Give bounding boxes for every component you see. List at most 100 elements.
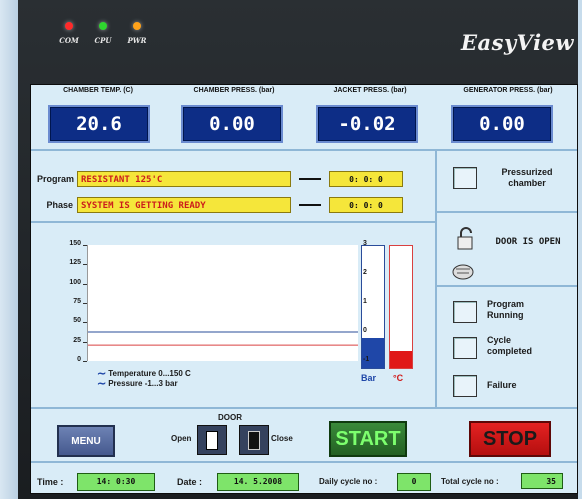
right-axis-tick: 0 bbox=[363, 327, 367, 334]
total-cycle-value: 35 bbox=[521, 473, 563, 489]
daily-cycle-label: Daily cycle no : bbox=[319, 477, 378, 486]
program-running-label: Program Running bbox=[487, 299, 525, 320]
left-axis-tick: 125 bbox=[69, 259, 81, 267]
gauge-label-generator-press: GENERATOR PRESS. (bar) bbox=[463, 87, 553, 94]
door-title: DOOR bbox=[218, 413, 242, 422]
legend-pressure-label: Pressure -1...3 bar bbox=[108, 379, 178, 388]
status-leds: COM CPU PWR bbox=[58, 22, 148, 45]
left-axis-tick: 75 bbox=[73, 298, 81, 305]
left-axis-tick-mark bbox=[83, 245, 87, 246]
left-axis-tick-mark bbox=[83, 341, 87, 343]
gauge-label-chamber-temp: CHAMBER TEMP. (C) bbox=[63, 87, 133, 94]
cycle-completed-label: Cycle completed bbox=[487, 335, 533, 356]
stop-button[interactable]: STOP bbox=[469, 421, 551, 457]
hmi-screen: CHAMBER TEMP. (C) CHAMBER PRESS. (bar) J… bbox=[30, 84, 578, 494]
failure-label: Failure bbox=[487, 380, 517, 390]
program-running-indicator bbox=[453, 301, 477, 323]
phase-value: SYSTEM IS GETTING READY bbox=[77, 197, 291, 213]
legend-pressure: ∼ Pressure -1...3 bar bbox=[97, 377, 191, 390]
date-value: 14. 5.2008 bbox=[217, 473, 299, 491]
menu-button[interactable]: MENU bbox=[57, 425, 115, 457]
date-label: Date : bbox=[177, 477, 203, 487]
start-button[interactable]: START bbox=[329, 421, 407, 457]
pressurized-chamber-label: Pressurized chamber bbox=[501, 167, 553, 188]
cpu-led: CPU bbox=[92, 22, 114, 45]
phase-label: Phase bbox=[46, 200, 73, 210]
deg-level-fill bbox=[390, 350, 412, 368]
gauge-label-chamber-press: CHAMBER PRESS. (bar) bbox=[193, 87, 275, 94]
gauge-value-jacket-press: -0.02 bbox=[316, 105, 418, 143]
program-label: Program bbox=[37, 174, 75, 184]
legend-temperature-label: Temperature 0...150 C bbox=[108, 369, 191, 378]
door-open-icon bbox=[206, 431, 218, 450]
padlock-open-icon bbox=[457, 227, 473, 250]
com-led: COM bbox=[58, 22, 80, 45]
pwr-led-label: PWR bbox=[127, 36, 147, 45]
pwr-led-icon bbox=[133, 22, 141, 30]
phase-row: Phase SYSTEM IS GETTING READY 0: 0: 0 bbox=[37, 195, 403, 215]
right-axis-tick: -1 bbox=[363, 356, 370, 363]
left-axis-tick: 25 bbox=[73, 336, 81, 344]
right-background-strip bbox=[578, 0, 582, 499]
bar-level-column bbox=[361, 245, 385, 369]
left-background-strip bbox=[0, 0, 18, 499]
left-axis-tick-mark bbox=[83, 322, 87, 324]
failure-indicator bbox=[453, 375, 477, 397]
left-axis-tick: 100 bbox=[69, 278, 81, 286]
cpu-led-label: CPU bbox=[94, 36, 112, 45]
gauge-label-jacket-press: JACKET PRESS. (bar) bbox=[333, 87, 407, 94]
cycle-completed-indicator bbox=[453, 337, 477, 359]
bar-label: Bar bbox=[361, 373, 377, 383]
pwr-led: PWR bbox=[126, 22, 148, 45]
dash bbox=[299, 204, 321, 206]
dash bbox=[299, 178, 321, 180]
divider bbox=[31, 461, 577, 463]
right-axis-tick: 1 bbox=[363, 298, 367, 305]
pressurized-chamber-indicator bbox=[453, 167, 477, 189]
left-axis-tick: 150 bbox=[69, 240, 81, 247]
divider bbox=[437, 211, 577, 213]
program-value: RESISTANT 125'C bbox=[77, 171, 291, 187]
program-row: Program RESISTANT 125'C 0: 0: 0 bbox=[37, 169, 403, 189]
left-axis-tick: 0 bbox=[77, 356, 81, 363]
door-open-label: Open bbox=[171, 434, 192, 443]
program-time: 0: 0: 0 bbox=[329, 171, 403, 187]
time-value: 14: 0:30 bbox=[77, 473, 155, 491]
deg-label: °C bbox=[393, 373, 404, 383]
chart-legend: ∼ Temperature 0...150 C ∼ Pressure -1...… bbox=[97, 367, 191, 390]
divider bbox=[31, 407, 577, 409]
phase-time: 0: 0: 0 bbox=[329, 197, 403, 213]
time-label: Time : bbox=[37, 477, 64, 487]
cpu-led-icon bbox=[99, 22, 107, 30]
daily-cycle-value: 0 bbox=[397, 473, 431, 491]
door-close-button[interactable] bbox=[239, 425, 269, 455]
divider bbox=[437, 285, 577, 287]
door-close-icon bbox=[248, 431, 260, 450]
total-cycle-label: Total cycle no : bbox=[441, 477, 499, 486]
door-open-button[interactable] bbox=[197, 425, 227, 455]
right-axis-tick: 3 bbox=[363, 240, 367, 247]
hand-icon bbox=[452, 264, 474, 280]
gauge-value-chamber-temp: 20.6 bbox=[48, 105, 150, 143]
right-axis-tick: 2 bbox=[363, 269, 367, 276]
gauge-value-chamber-press: 0.00 bbox=[181, 105, 283, 143]
left-axis-tick-mark bbox=[83, 361, 87, 362]
deg-level-column bbox=[389, 245, 413, 369]
left-axis-tick-mark bbox=[83, 264, 87, 266]
wave-icon: ∼ bbox=[97, 378, 107, 390]
brand-logo: EasyView bbox=[461, 30, 574, 55]
left-axis-tick: 50 bbox=[73, 317, 81, 325]
door-close-label: Close bbox=[271, 434, 293, 443]
divider bbox=[31, 221, 437, 223]
divider bbox=[31, 149, 577, 151]
trend-plot-area bbox=[87, 245, 358, 361]
bar-level-fill bbox=[362, 337, 384, 368]
door-status-text: DOOR IS OPEN bbox=[495, 237, 561, 247]
com-led-icon bbox=[65, 22, 73, 30]
com-led-label: COM bbox=[59, 36, 79, 45]
trend-lines bbox=[88, 331, 358, 346]
divider bbox=[435, 149, 437, 407]
left-axis-tick-mark bbox=[83, 283, 87, 285]
left-axis-tick-mark bbox=[83, 303, 87, 304]
gauge-value-generator-press: 0.00 bbox=[451, 105, 553, 143]
